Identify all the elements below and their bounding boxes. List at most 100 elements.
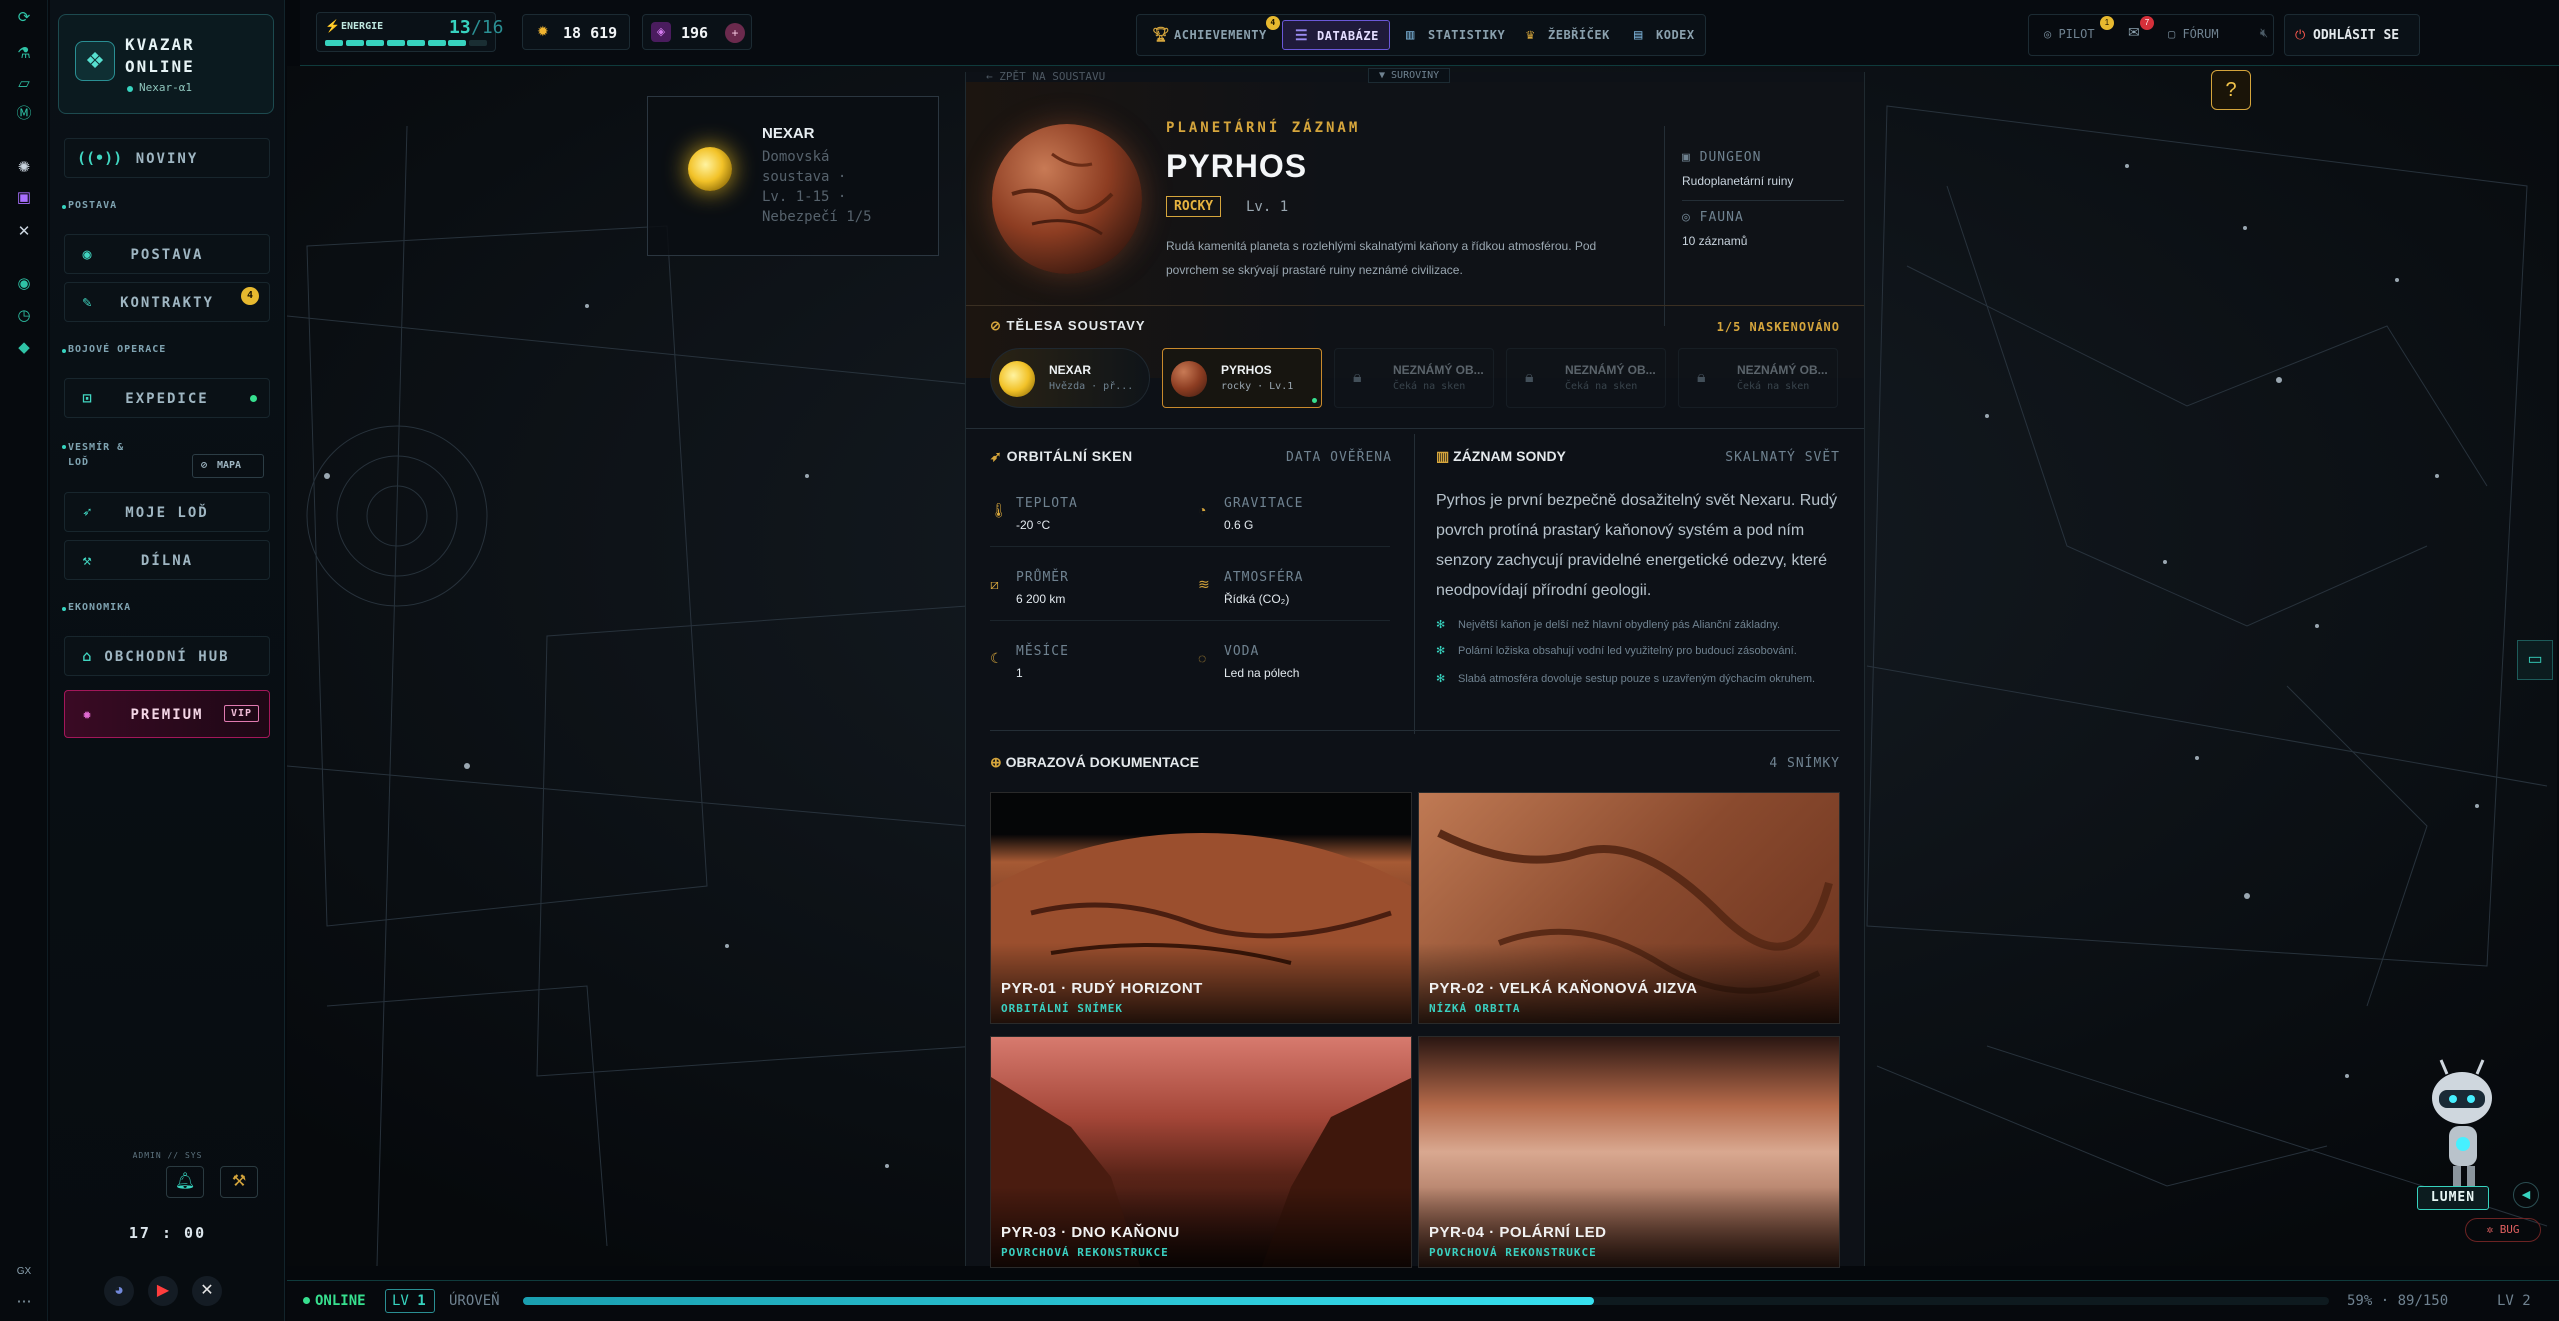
sidebar-item-obchodni-hub[interactable]: ⌂ OBCHODNÍ HUB [64, 636, 270, 676]
body-card-pyrhos[interactable]: PYRHOS rocky · Lv.1 [1162, 348, 1322, 408]
mute-icon[interactable]: 🔇︎ [2260, 25, 2268, 41]
sidebar-item-premium[interactable]: ✹ PREMIUM VIP [64, 690, 270, 738]
pilot-button[interactable]: ◎ PILOT [2044, 27, 2095, 41]
resources-dropdown[interactable]: ▼ SUROVINY [1368, 68, 1451, 83]
credits-counter[interactable]: ✹ 18 619 [522, 14, 630, 50]
social-rail: ⟳ ⚗ ▱ Ⓜ ✺ ▣ ✕ ◉ ◷ ◆ GX ⋯ [0, 0, 48, 1321]
app-name-line2: ONLINE [125, 57, 195, 76]
photo-pyr-04[interactable]: PYR-04 · POLÁRNÍ LED POVRCHOVÁ REKONSTRU… [1418, 1036, 1840, 1268]
body-card-nexar[interactable]: NEXAR Hvězda · př... [990, 348, 1150, 408]
energy-segment [427, 40, 446, 46]
mail-icon[interactable]: ✉ [2128, 24, 2140, 41]
scan-title: ➶ ORBITÁLNÍ SKEN [990, 448, 1133, 464]
droplet-icon: ◌ [1198, 650, 1207, 666]
discord-icon[interactable]: ◕ [104, 1276, 134, 1306]
planet-image [992, 124, 1142, 274]
chat-panel-toggle-icon[interactable]: ▭ [2517, 640, 2553, 680]
twitch-icon[interactable]: ▣ [14, 188, 34, 208]
tab-statistiky[interactable]: ▥ STATISTIKY [1394, 20, 1510, 50]
system-desc-1: Domovská [762, 149, 830, 165]
gem-icon[interactable]: ◆ [14, 338, 34, 358]
add-gems-button[interactable]: + [725, 23, 745, 43]
lock-icon: 🔒︎ [1525, 369, 1534, 386]
energy-segment [366, 40, 384, 46]
database-icon: ☰ [1295, 28, 1309, 44]
fauna-value[interactable]: 10 záznamů [1682, 234, 1747, 248]
energy-segment [345, 40, 364, 46]
photo-pyr-03[interactable]: PYR-03 · DNO KAŇONU POVRCHOVÁ REKONSTRUK… [990, 1036, 1412, 1268]
refresh-icon[interactable]: ⟳ [14, 8, 34, 28]
tab-kodex[interactable]: ▤ KODEX [1622, 20, 1702, 50]
logout-button[interactable]: ⏻ ODHLÁSIT SE [2284, 14, 2420, 56]
photo-pyr-02[interactable]: PYR-02 · VELKÁ KAŇONOVÁ JIZVA NÍZKÁ ORBI… [1418, 792, 1840, 1024]
openai-icon[interactable]: ✺ [14, 158, 34, 178]
system-card[interactable]: NEXAR Domovská soustava · Lv. 1-15 · Neb… [647, 96, 939, 256]
help-icon[interactable]: ? [2211, 70, 2251, 110]
play-circle-icon[interactable]: ◉ [14, 274, 34, 294]
divider [990, 730, 1840, 731]
chat-icon: ▢ [2168, 27, 2183, 41]
x-icon[interactable]: ✕ [14, 222, 34, 242]
map-button[interactable]: ⊘ MAPA [192, 454, 264, 478]
planet-surface-icon [1011, 152, 1114, 236]
bell-icon[interactable]: 🔔︎ [166, 1166, 204, 1198]
gems-counter[interactable]: ◈ 196 + [642, 14, 752, 50]
lock-icon: 🔒︎ [1353, 369, 1362, 386]
forum-button[interactable]: ▢ FÓRUM [2168, 27, 2219, 41]
wrench-icon[interactable]: ⚒ [220, 1166, 258, 1198]
sidebar-item-dilna[interactable]: ⚒ DÍLNA [64, 540, 270, 580]
sidebar-item-moje-lod[interactable]: ➶ MOJE LOĎ [64, 492, 270, 532]
stat-atmosfera: ≋ ATMOSFÉRA Řídká (CO₂) [1198, 570, 1304, 606]
stat-voda: ◌ VODA Led na pólech [1198, 644, 1300, 680]
sidebar: ❖ KVAZAR ONLINE Nexar-α1 ((•)) NOVINY POS… [50, 0, 285, 1321]
achievement-badge: 4 [1266, 16, 1280, 30]
section-bojove-operace: BOJOVÉ OPERACE [61, 344, 167, 355]
divider [990, 620, 1390, 621]
mail-badge: 7 [2140, 16, 2154, 30]
server-status-dot [127, 86, 133, 92]
gems-value: 196 [681, 24, 709, 42]
body-card-unknown-3[interactable]: 🔒︎ NEZNÁMÝ OB... Čeká na sken [1678, 348, 1838, 408]
body-card-unknown-2[interactable]: 🔒︎ NEZNÁMÝ OB... Čeká na sken [1506, 348, 1666, 408]
dungeon-label: ▣ DUNGEON [1682, 150, 1762, 165]
flask-icon[interactable]: ⚗ [14, 44, 34, 64]
energy-segment [407, 40, 425, 46]
bug-report-button[interactable]: ✲ BUG [2465, 1218, 2541, 1242]
layers-icon[interactable]: ▱ [14, 74, 34, 94]
probe-title: ▥ ZÁZNAM SONDY [1436, 448, 1566, 464]
rail-gx-label: GX [16, 1266, 32, 1277]
robot-icon [2432, 1059, 2492, 1188]
record-kicker: PLANETÁRNÍ ZÁZNAM [1166, 120, 1361, 136]
tab-achievementy[interactable]: 🏆︎ ACHIEVEMENTY 4 [1140, 16, 1280, 50]
energy-segment [448, 40, 466, 46]
photo-pyr-01[interactable]: PYR-01 · RUDÝ HORIZONT ORBITÁLNÍ SNÍMEK [990, 792, 1412, 1024]
sidebar-item-noviny[interactable]: ((•)) NOVINY [64, 138, 270, 178]
tab-databaze[interactable]: ☰ DATABÁZE [1282, 20, 1390, 50]
fauna-label: ◎ FAUNA [1682, 210, 1744, 225]
youtube-icon[interactable]: ▶ [148, 1276, 178, 1306]
more-icon[interactable]: ⋯ [14, 1292, 34, 1312]
gallery-title: ⊕ OBRAZOVÁ DOKUMENTACE [990, 754, 1200, 770]
sidebar-item-postava[interactable]: ◉ POSTAVA [64, 234, 270, 274]
online-status: ONLINE [315, 1293, 366, 1309]
section-vesmir-lod: VESMÍR & LOĎ [62, 440, 148, 470]
sidebar-item-kontrakty[interactable]: ✎ KONTRAKTY 4 [64, 282, 270, 322]
lock-icon: 🔒︎ [1697, 369, 1706, 386]
brand-card[interactable]: ❖ KVAZAR ONLINE Nexar-α1 [58, 14, 274, 114]
xp-bar-track [523, 1297, 2329, 1305]
x-social-icon[interactable]: ✕ [192, 1276, 222, 1306]
tab-zebricek[interactable]: ♛ ŽEBŘÍČEK [1514, 20, 1620, 50]
sidebar-item-expedice[interactable]: ⊡ EXPEDICE [64, 378, 270, 418]
stat-prumer: ⧄ PRŮMĚR 6 200 km [990, 570, 1069, 606]
body-card-unknown-1[interactable]: 🔒︎ NEZNÁMÝ OB... Čeká na sken [1334, 348, 1494, 408]
divider [966, 428, 1864, 429]
planet-name: PYRHOS [1166, 148, 1308, 184]
m-badge-icon[interactable]: Ⓜ [14, 104, 34, 124]
clock-icon[interactable]: ◷ [14, 306, 34, 326]
dungeon-value[interactable]: Rudoplanetární ruiny [1682, 174, 1793, 188]
planet-type-badge: ROCKY [1166, 196, 1222, 217]
volume-icon[interactable]: ◀ [2513, 1182, 2539, 1208]
probe-tag: SKALNATÝ SVĚT [1725, 450, 1840, 465]
energy-meter[interactable]: ⚡ ENERGIE 13 /16 [316, 12, 504, 52]
energy-segment [386, 40, 405, 46]
